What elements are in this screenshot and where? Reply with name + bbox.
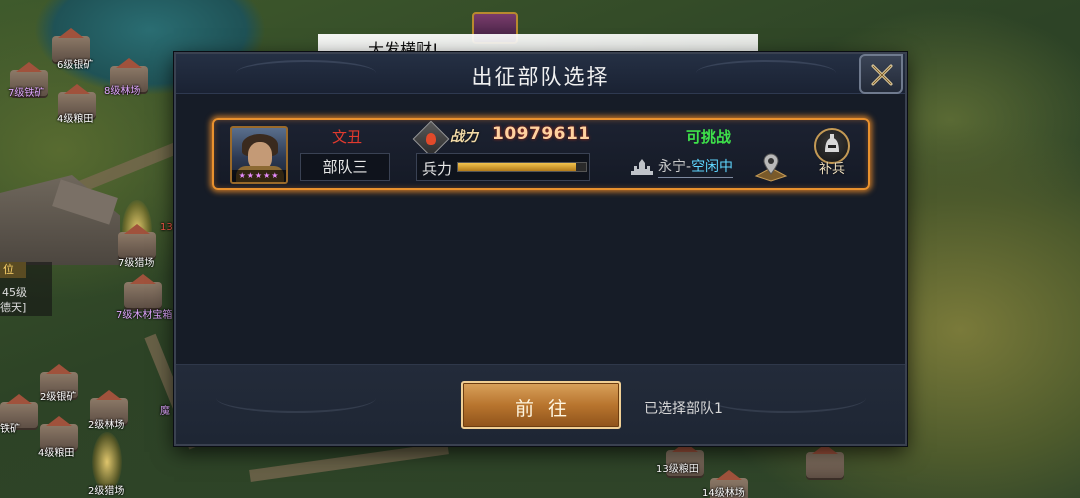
map-label: 2级猎场 — [88, 486, 125, 497]
map-label: 6级银矿 — [57, 60, 94, 71]
player-info-panel[interactable]: 位 45级 德天] — [0, 262, 52, 316]
troop-card[interactable]: ★★★★★ 文丑 部队三 战力 10979611 兵力 可挑战 永宁-空闲中 补… — [212, 118, 870, 190]
map-label: 14级林场 — [702, 488, 745, 498]
dialog-header: 出征部队选择 — [176, 54, 905, 94]
hero-portrait[interactable]: ★★★★★ — [230, 126, 288, 184]
map-label: 8级林场 — [104, 86, 141, 97]
map-label: 7级木材宝箱 — [116, 310, 173, 321]
hero-name: 文丑 — [332, 128, 363, 146]
position-tag: 位 — [0, 262, 26, 278]
strength-bar — [457, 162, 587, 172]
city-icon — [631, 159, 653, 175]
player-level: 45级 — [2, 286, 27, 299]
close-button[interactable] — [859, 54, 903, 94]
locate-pin-icon[interactable] — [754, 152, 788, 182]
map-label: 4级粮田 — [38, 448, 75, 459]
dialog-footer: 前往 已选择部队1 — [176, 364, 905, 444]
go-button[interactable]: 前往 — [461, 381, 621, 429]
map-label: 13级粮田 — [656, 464, 699, 475]
combat-power-icon — [412, 120, 450, 158]
strength-bar-fill — [458, 163, 576, 171]
map-building[interactable] — [806, 452, 844, 478]
map-label: 7级猎场 — [118, 258, 155, 269]
troop-name: 部队三 — [300, 153, 390, 181]
combat-power-value: 10979611 — [492, 124, 591, 144]
combat-power-label: 战力 — [450, 129, 478, 145]
map-label: 2级银矿 — [40, 392, 77, 403]
map-label: 铁矿 — [0, 424, 20, 435]
close-x-icon — [871, 64, 893, 86]
map-label: 4级粮田 — [57, 114, 94, 125]
strength-label: 兵力 — [422, 160, 453, 178]
map-label: 2级林场 — [88, 420, 125, 431]
challenge-status: 可挑战 — [686, 128, 732, 146]
march-troop-dialog: 出征部队选择 ★★★★★ 文丑 部队三 战力 10979611 兵力 可挑战 永… — [174, 52, 907, 446]
location-city: 永宁 — [658, 159, 686, 175]
reinforce-button[interactable]: 补兵 — [812, 128, 852, 180]
troop-list: ★★★★★ 文丑 部队三 战力 10979611 兵力 可挑战 永宁-空闲中 补… — [176, 94, 905, 364]
hero-star-rating: ★★★★★ — [232, 170, 286, 182]
location-state: 空闲中 — [691, 159, 734, 175]
map-road — [249, 442, 449, 482]
footer-ornament — [216, 383, 376, 413]
selected-troop-count: 已选择部队1 — [644, 401, 723, 417]
dialog-title: 出征部队选择 — [471, 65, 610, 89]
footer-ornament — [706, 383, 866, 413]
reinforce-label: 补兵 — [818, 162, 845, 177]
map-label: 13 — [160, 222, 173, 233]
troop-strength: 兵力 — [416, 153, 590, 181]
map-label: 魔 — [160, 406, 170, 417]
map-label: 7级铁矿 — [8, 88, 45, 99]
map-building[interactable] — [124, 282, 162, 308]
go-button-label: 前往 — [514, 398, 581, 420]
player-guild: 德天] — [0, 301, 27, 314]
troop-location: 永宁-空闲中 — [658, 156, 734, 178]
